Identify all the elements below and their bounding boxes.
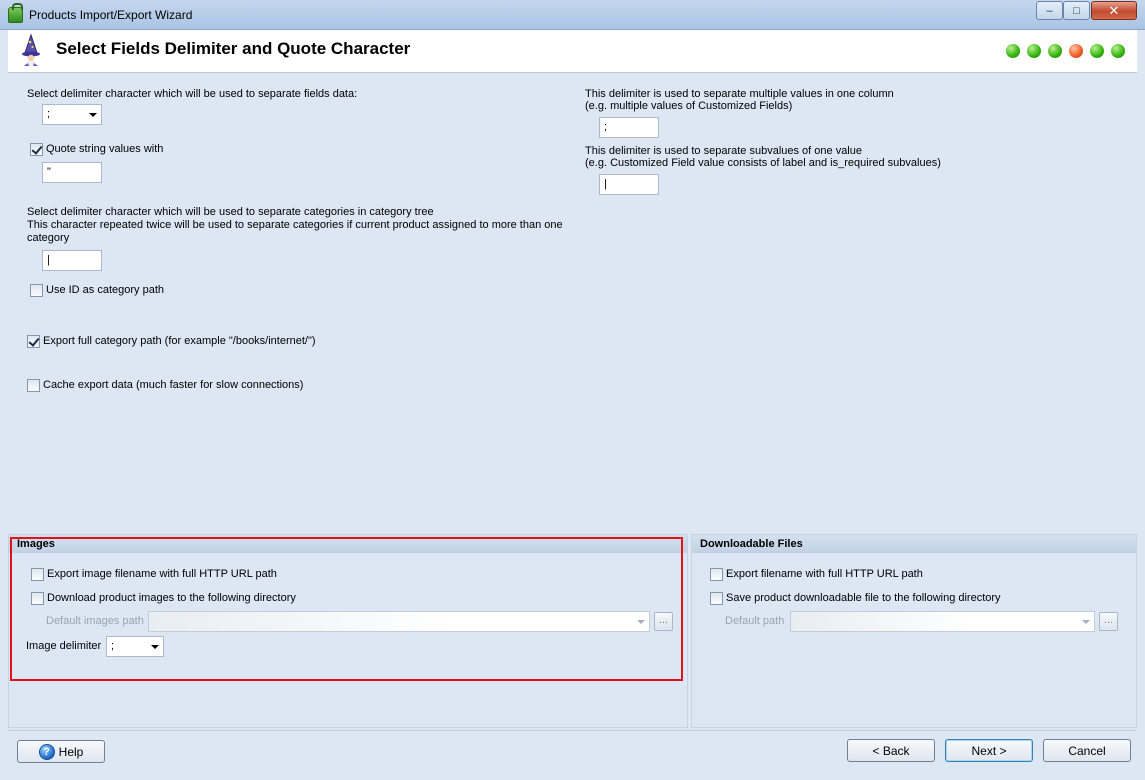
- export-image-full-url-row[interactable]: Export image filename with full HTTP URL…: [31, 567, 277, 581]
- export-full-category-path-label: Export full category path (for example "…: [43, 335, 316, 347]
- quote-char-input[interactable]: ": [42, 162, 102, 183]
- field-delimiter-select[interactable]: ;: [42, 104, 102, 125]
- category-delimiter-label-3: category: [27, 232, 70, 244]
- main-panel: Select delimiter character which will be…: [8, 74, 1137, 531]
- use-id-category-path-label: Use ID as category path: [46, 284, 165, 296]
- help-button-label: Help: [58, 744, 84, 759]
- subvalue-delimiter-input[interactable]: |: [599, 174, 659, 195]
- category-delimiter-label-1: Select delimiter character which will be…: [27, 206, 434, 218]
- cache-export-data-label: Cache export data (much faster for slow …: [43, 379, 304, 391]
- field-delimiter-value: ;: [47, 108, 51, 120]
- field-delimiter-label: Select delimiter character which will be…: [27, 88, 358, 100]
- use-id-category-path-row[interactable]: Use ID as category path: [30, 283, 164, 297]
- download-images-row[interactable]: Download product images to the following…: [31, 591, 296, 605]
- quote-checkbox-label: Quote string values with: [46, 143, 164, 155]
- help-button[interactable]: ? Help: [17, 740, 105, 763]
- chevron-down-icon: [89, 113, 97, 117]
- default-path-label: Default path: [725, 615, 785, 627]
- step-indicator: [1048, 44, 1062, 58]
- maximize-button[interactable]: □: [1063, 1, 1090, 20]
- step-indicator: [1006, 44, 1020, 58]
- chevron-down-icon: [1082, 620, 1090, 624]
- default-path-combo[interactable]: [790, 611, 1095, 632]
- step-indicator: [1090, 44, 1104, 58]
- help-icon: ?: [38, 743, 55, 760]
- step-indicator-current: [1069, 44, 1083, 58]
- minimize-button[interactable]: –: [1036, 1, 1063, 20]
- window-title: Products Import/Export Wizard: [29, 8, 193, 22]
- image-delimiter-label: Image delimiter: [26, 640, 102, 652]
- chevron-down-icon: [637, 620, 645, 624]
- image-delimiter-select[interactable]: ;: [106, 636, 164, 657]
- quote-checkbox[interactable]: [30, 142, 43, 156]
- export-file-full-url-label: Export filename with full HTTP URL path: [726, 568, 923, 580]
- save-downloadable-files-label: Save product downloadable file to the fo…: [726, 592, 1001, 604]
- multi-value-delimiter-input[interactable]: ;: [599, 117, 659, 138]
- export-image-full-url-checkbox[interactable]: [31, 567, 44, 581]
- category-delimiter-label-2: This character repeated twice will be us…: [27, 219, 563, 231]
- chevron-down-icon: [151, 645, 159, 649]
- next-button[interactable]: Next >: [945, 739, 1033, 762]
- multi-value-delimiter-label-2: (e.g. multiple values of Customized Fiel…: [585, 100, 793, 112]
- page-title: Select Fields Delimiter and Quote Charac…: [56, 39, 411, 58]
- shopping-bag-icon: [8, 3, 23, 23]
- default-images-path-label: Default images path: [46, 615, 144, 627]
- images-group-title: Images: [9, 535, 687, 553]
- step-indicator: [1027, 44, 1041, 58]
- images-group: Images Export image filename with full H…: [8, 534, 688, 728]
- cancel-button[interactable]: Cancel: [1043, 739, 1131, 762]
- save-downloadable-files-checkbox[interactable]: [710, 591, 723, 605]
- close-button[interactable]: ✕: [1091, 1, 1137, 20]
- cache-export-data-row[interactable]: Cache export data (much faster for slow …: [27, 378, 303, 392]
- export-full-category-path-checkbox[interactable]: [27, 334, 40, 348]
- export-file-full-url-row[interactable]: Export filename with full HTTP URL path: [710, 567, 923, 581]
- downloadable-files-group: Downloadable Files Export filename with …: [691, 534, 1137, 728]
- step-indicator: [1111, 44, 1125, 58]
- wizard-icon: [22, 33, 40, 66]
- browse-images-path-button[interactable]: ...: [654, 612, 673, 631]
- subvalue-delimiter-label-2: (e.g. Customized Field value consists of…: [585, 157, 941, 169]
- wizard-footer: ? Help < Back Next > Cancel: [8, 730, 1137, 772]
- category-delimiter-input[interactable]: |: [42, 250, 102, 271]
- save-downloadable-files-row[interactable]: Save product downloadable file to the fo…: [710, 591, 1001, 605]
- export-image-full-url-label: Export image filename with full HTTP URL…: [47, 568, 277, 580]
- download-images-label: Download product images to the following…: [47, 592, 296, 604]
- export-file-full-url-checkbox[interactable]: [710, 567, 723, 581]
- browse-path-button[interactable]: ...: [1099, 612, 1118, 631]
- title-bar: Products Import/Export Wizard – □ ✕: [0, 0, 1145, 30]
- export-full-category-path-row[interactable]: Export full category path (for example "…: [27, 334, 316, 348]
- wizard-header: Select Fields Delimiter and Quote Charac…: [8, 30, 1137, 73]
- default-images-path-combo[interactable]: [148, 611, 650, 632]
- cache-export-data-checkbox[interactable]: [27, 378, 40, 392]
- download-images-checkbox[interactable]: [31, 591, 44, 605]
- quote-checkbox-row[interactable]: Quote string values with: [30, 142, 163, 156]
- back-button[interactable]: < Back: [847, 739, 935, 762]
- image-delimiter-value: ;: [111, 640, 115, 652]
- downloadable-files-group-title: Downloadable Files: [692, 535, 1136, 553]
- use-id-category-path-checkbox[interactable]: [30, 283, 43, 297]
